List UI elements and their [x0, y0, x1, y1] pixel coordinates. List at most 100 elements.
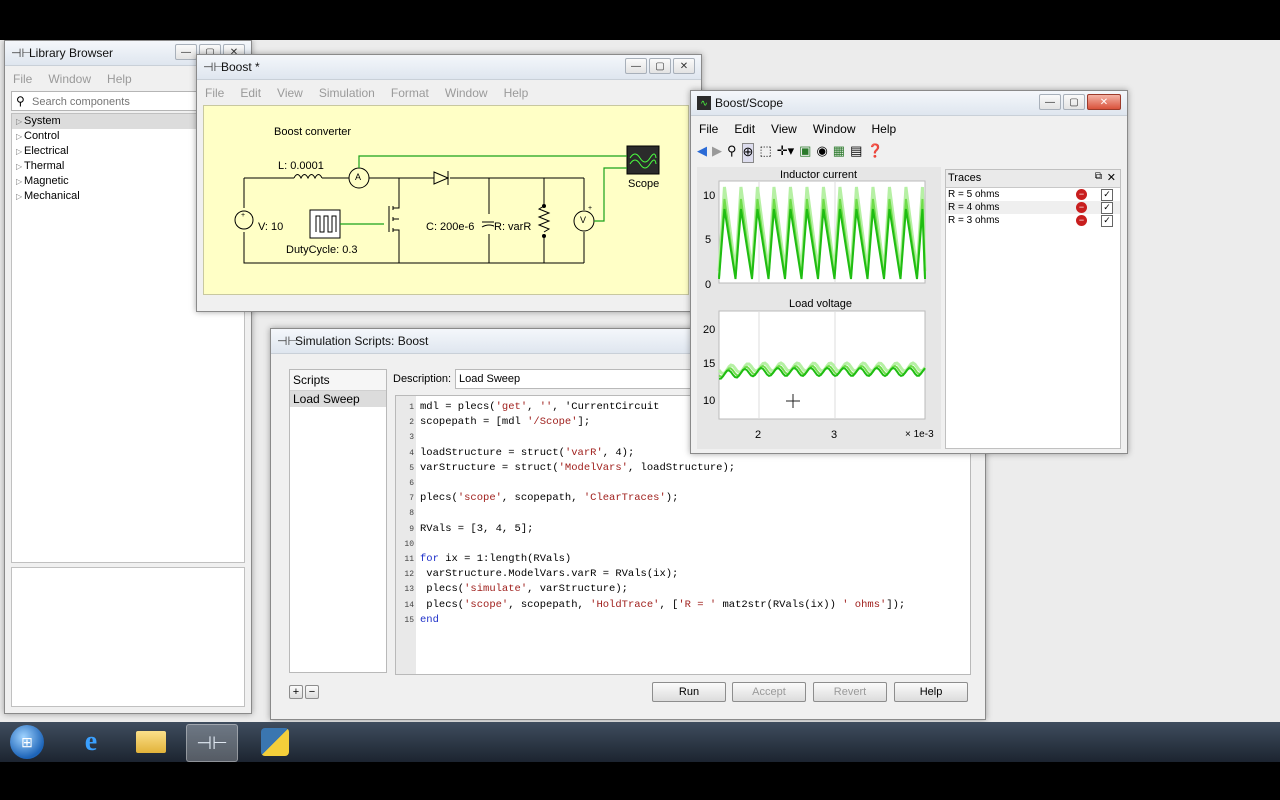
x-scale-label: × 1e-3: [905, 429, 934, 440]
scripts-title: Simulation Scripts: Boost: [295, 334, 429, 348]
revert-button[interactable]: Revert: [813, 682, 887, 702]
menu-window[interactable]: Window: [40, 69, 99, 89]
plecs-app-icon: ⊣⊢: [11, 46, 32, 60]
run-button[interactable]: Run: [652, 682, 726, 702]
voltmeter-label: V: [580, 215, 587, 225]
line-number: 9: [409, 524, 414, 534]
code-text: plecs('simulate', varStructure);: [420, 583, 628, 596]
code-text: for ix = 1:length(RVals): [420, 553, 572, 565]
code-text: plecs('scope', scopepath, 'HoldTrace', […: [420, 598, 906, 611]
search-icon: ⚲: [16, 94, 25, 108]
line-number: 2: [409, 418, 414, 428]
back-icon[interactable]: ◀: [697, 143, 707, 163]
menu-file[interactable]: File: [197, 83, 232, 103]
menu-view[interactable]: View: [269, 83, 311, 103]
code-text: loadStructure = struct('varR', 4);: [420, 446, 635, 459]
code-text: RVals = [3, 4, 5];: [420, 522, 534, 535]
y-tick-p2-15: 15: [703, 358, 716, 370]
scripts-list: Scripts Load Sweep: [289, 369, 387, 673]
close-button[interactable]: ✕: [1087, 94, 1121, 110]
remove-trace-icon[interactable]: −: [1076, 202, 1087, 213]
menu-format[interactable]: Format: [383, 83, 437, 103]
float-panel-icon[interactable]: ⧉: [1095, 171, 1102, 182]
menu-help[interactable]: Help: [864, 119, 905, 139]
resistor-label: R: varR: [494, 221, 532, 233]
trace-row[interactable]: R = 3 ohms − ✓: [946, 214, 1120, 227]
traces-header: Traces ⧉ ✕: [946, 170, 1120, 188]
forward-icon[interactable]: ▶: [712, 143, 722, 163]
minimize-button[interactable]: —: [1039, 94, 1061, 110]
trace-row[interactable]: R = 5 ohms − ✓: [946, 188, 1120, 201]
remove-trace-icon[interactable]: −: [1076, 189, 1087, 200]
accept-button[interactable]: Accept: [732, 682, 806, 702]
load-voltage-title: Load voltage: [789, 298, 852, 310]
menu-edit[interactable]: Edit: [232, 83, 269, 103]
eye-icon[interactable]: ◉: [816, 143, 827, 163]
expand-arrow-icon: ▷: [16, 192, 23, 201]
y-tick-p2-10: 10: [703, 395, 716, 407]
help-icon[interactable]: ❓: [867, 143, 883, 163]
menu-file[interactable]: File: [5, 69, 40, 89]
internet-explorer-icon[interactable]: e: [66, 724, 116, 760]
boost-titlebar[interactable]: ⊣⊢ Boost * — ▢ ✕: [197, 55, 701, 80]
menu-help[interactable]: Help: [99, 69, 140, 89]
schematic-heading: Boost converter: [274, 126, 352, 138]
minimize-button[interactable]: —: [175, 44, 197, 60]
zoom-x-icon[interactable]: ⊕: [741, 143, 755, 163]
traces-title: Traces: [948, 172, 982, 184]
menu-window[interactable]: Window: [805, 119, 864, 139]
zoom-icon[interactable]: ⚲: [727, 143, 737, 163]
menu-edit[interactable]: Edit: [726, 119, 763, 139]
line-number: 12: [404, 570, 414, 580]
close-panel-icon[interactable]: ✕: [1107, 171, 1116, 184]
cursor-tool-icon[interactable]: ✛▾: [777, 143, 794, 163]
minimize-button[interactable]: —: [625, 58, 647, 74]
trace-row[interactable]: R = 4 ohms − ✓: [946, 201, 1120, 214]
line-number: 4: [409, 448, 414, 458]
data-view-icon[interactable]: ▣: [799, 143, 811, 163]
description-label: Description:: [393, 373, 452, 385]
y-tick-p1-10: 10: [703, 190, 716, 202]
menu-file[interactable]: File: [691, 119, 726, 139]
maximize-button[interactable]: ▢: [1063, 94, 1085, 110]
scope-titlebar[interactable]: ∿ Boost/Scope — ▢ ✕: [691, 91, 1127, 116]
code-text: varStructure = struct('ModelVars', loadS…: [420, 461, 736, 474]
scripts-list-header: Scripts: [290, 370, 386, 391]
scope-window: ∿ Boost/Scope — ▢ ✕ File Edit View Windo…: [690, 90, 1128, 454]
menu-simulation[interactable]: Simulation: [311, 83, 383, 103]
y-tick-p1-0: 0: [705, 279, 712, 291]
remove-trace-icon[interactable]: −: [1076, 215, 1087, 226]
taskbar: ⊞ e ⊣⊢: [0, 722, 1280, 762]
scope-block-label: Scope: [628, 178, 660, 190]
close-button[interactable]: ✕: [673, 58, 695, 74]
remove-script-button[interactable]: −: [305, 685, 319, 699]
svg-text:+: +: [588, 205, 592, 212]
maximize-button[interactable]: ▢: [649, 58, 671, 74]
code-text: plecs('scope', scopepath, 'ClearTraces')…: [420, 492, 679, 505]
plecs-taskbar-icon[interactable]: ⊣⊢: [186, 724, 238, 762]
save-icon[interactable]: ▤: [850, 143, 862, 163]
line-number: 1: [409, 403, 414, 412]
schematic-canvas[interactable]: + + Boost converter L: 0.0001 V: 10 Duty…: [203, 105, 689, 295]
menu-window[interactable]: Window: [437, 83, 496, 103]
traces-panel: Traces ⧉ ✕ R = 5 ohms − ✓ R = 4 ohms − ✓ R = 3…: [945, 169, 1121, 449]
scope-menubar: File Edit View Window Help: [691, 119, 1127, 139]
trace-icon[interactable]: ▦: [833, 143, 845, 163]
library-browser-title: Library Browser: [29, 46, 114, 60]
line-number: 13: [404, 585, 414, 595]
plecs-app-icon: ⊣⊢: [277, 334, 298, 348]
file-explorer-icon[interactable]: [126, 724, 176, 760]
start-orb-icon[interactable]: ⊞: [4, 724, 50, 760]
trace-visible-checkbox[interactable]: ✓: [1101, 215, 1113, 227]
menu-help[interactable]: Help: [496, 83, 537, 103]
zoom-fit-icon[interactable]: ⬚: [759, 143, 771, 163]
line-number: 8: [409, 509, 414, 519]
menu-view[interactable]: View: [763, 119, 805, 139]
trace-visible-checkbox[interactable]: ✓: [1101, 189, 1113, 201]
add-script-button[interactable]: +: [289, 685, 303, 699]
script-item-load-sweep[interactable]: Load Sweep: [290, 391, 386, 407]
python-icon[interactable]: [250, 724, 300, 760]
duty-cycle-label: DutyCycle: 0.3: [286, 244, 358, 256]
trace-visible-checkbox[interactable]: ✓: [1101, 202, 1113, 214]
help-button[interactable]: Help: [894, 682, 968, 702]
